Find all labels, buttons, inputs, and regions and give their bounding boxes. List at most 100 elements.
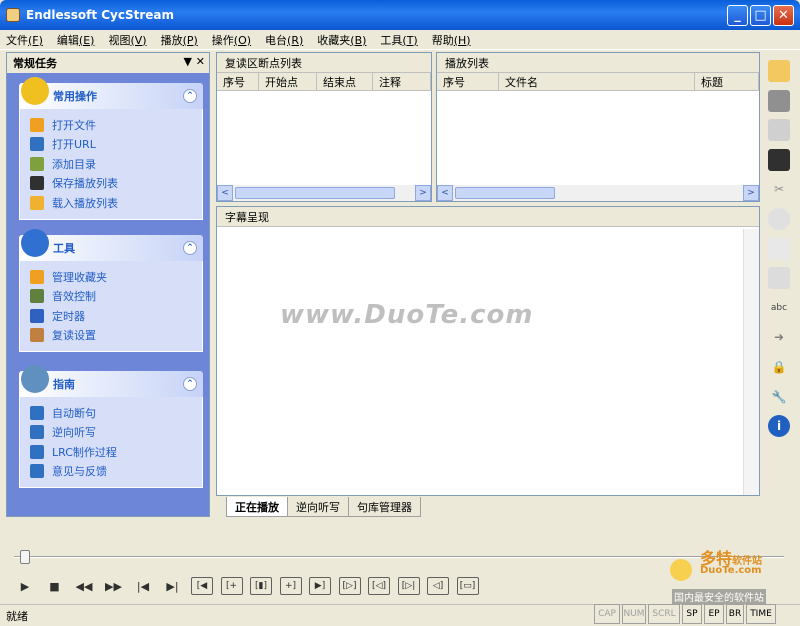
close-button[interactable]: ✕	[773, 5, 794, 26]
task-link-label: 管理收藏夹	[52, 270, 107, 284]
column-header[interactable]: 结束点	[317, 73, 373, 90]
repeat-start-icon[interactable]: [◀	[191, 577, 213, 595]
remove-breakpoint-icon[interactable]: +]	[279, 577, 302, 595]
next-segment-icon[interactable]: [▷|	[397, 577, 420, 595]
task-link-icon	[30, 176, 44, 191]
task-pane: 常规任务 ▼ ✕ 常用操作 ⌃ 打开文件打开URL 添加目录 保存播放列表载入播放列表工…	[6, 52, 210, 517]
repeat-segment-icon[interactable]: [▮]	[250, 577, 272, 595]
task-link-icon	[30, 269, 44, 284]
task-link-icon	[30, 328, 44, 343]
lock-icon[interactable]: 🔒	[768, 356, 790, 378]
minimize-button[interactable]: _	[727, 5, 748, 26]
menu-item[interactable]: 电台(R)	[265, 32, 303, 48]
scroll-left-icon[interactable]: <	[217, 185, 233, 201]
breakpoint-list-title: 复读区断点列表	[217, 53, 431, 73]
task-link-label: 打开文件	[52, 118, 96, 132]
scissors-icon[interactable]: ✂	[768, 178, 790, 200]
menu-item[interactable]: 操作(O)	[212, 32, 251, 48]
seek-knob[interactable]	[20, 550, 30, 564]
column-header[interactable]: 文件名	[499, 73, 695, 90]
column-header[interactable]: 标题	[695, 73, 759, 90]
column-header[interactable]: 序号	[217, 73, 259, 90]
task-link[interactable]: 添加目录	[30, 154, 202, 174]
back-segment-icon[interactable]: ◁]	[427, 577, 449, 595]
task-link-icon	[30, 308, 44, 323]
tab-0[interactable]: 正在播放	[226, 497, 288, 517]
collapse-icon[interactable]: ⌃	[183, 241, 197, 255]
task-link[interactable]: LRC制作过程	[30, 442, 202, 462]
subtitle-vscrollbar[interactable]	[743, 229, 759, 495]
scroll-left-icon[interactable]: <	[437, 185, 453, 201]
task-group-header[interactable]: 指南 ⌃	[19, 365, 203, 397]
wrench-icon[interactable]: 🔧	[768, 386, 790, 408]
stop-icon[interactable]: ■	[44, 576, 66, 596]
play-icon[interactable]: ▶	[14, 576, 36, 596]
ab-repeat-icon[interactable]: [▭]	[456, 577, 479, 595]
task-group-header[interactable]: 工具 ⌃	[19, 229, 203, 261]
fast-forward-icon[interactable]: ▶▶	[103, 576, 125, 596]
task-group: 常用操作 ⌃ 打开文件打开URL 添加目录 保存播放列表载入播放列表	[19, 77, 203, 220]
task-link[interactable]: 管理收藏夹	[30, 267, 202, 287]
task-pane-close-icon[interactable]: ✕	[196, 55, 205, 68]
column-header[interactable]: 序号	[437, 73, 499, 90]
segment-play-icon[interactable]: [▷]	[338, 577, 361, 595]
scroll-right-icon[interactable]: >	[743, 185, 759, 201]
collapse-icon[interactable]: ⌃	[183, 89, 197, 103]
menu-item[interactable]: 工具(T)	[380, 32, 417, 48]
menu-item[interactable]: 文件(F)	[6, 32, 43, 48]
tab-2[interactable]: 句库管理器	[348, 497, 421, 517]
task-link[interactable]: 打开文件	[30, 115, 202, 135]
task-link-icon	[30, 156, 44, 171]
open-folder-icon[interactable]	[768, 60, 790, 82]
floppy-icon[interactable]	[768, 148, 790, 171]
task-link[interactable]: 保存播放列表	[30, 174, 202, 194]
column-header[interactable]: 开始点	[259, 73, 317, 90]
prev-segment-icon[interactable]: [◁]	[368, 577, 390, 595]
task-link[interactable]: 复读设置	[30, 326, 202, 346]
task-link[interactable]: 打开URL	[30, 135, 202, 155]
status-indicator: SCRL	[648, 604, 680, 624]
rewind-icon[interactable]: ◀◀	[73, 576, 95, 596]
document-icon[interactable]	[768, 119, 790, 142]
menu-item[interactable]: 播放(P)	[161, 32, 198, 48]
task-link-label: 打开URL	[52, 138, 96, 152]
task-link[interactable]: 载入播放列表	[30, 193, 202, 213]
task-pane-title: 常规任务	[13, 57, 57, 70]
task-link[interactable]: 音效控制	[30, 287, 202, 307]
scroll-right-icon[interactable]: >	[415, 185, 431, 201]
task-link[interactable]: 自动断句	[30, 403, 202, 423]
task-pane-dropdown-icon[interactable]: ▼	[183, 55, 191, 68]
menu-label: 收藏夹	[317, 33, 351, 47]
copy-icon[interactable]	[768, 207, 790, 230]
next-icon[interactable]: ▶|	[162, 576, 184, 596]
menu-item[interactable]: 编辑(E)	[57, 32, 95, 48]
spellcheck-icon[interactable]: abc	[768, 297, 790, 319]
info-icon[interactable]: i	[768, 415, 790, 438]
watermark-slogan: 国内最安全的软件站	[672, 589, 766, 604]
task-group-header[interactable]: 常用操作 ⌃	[19, 77, 203, 109]
task-link[interactable]: 意见与反馈	[30, 462, 202, 482]
repeat-end-icon[interactable]: ▶]	[309, 577, 331, 595]
menu-item[interactable]: 收藏夹(B)	[317, 32, 366, 48]
breakpoint-hscrollbar[interactable]: < >	[217, 185, 431, 201]
playlist-hscrollbar[interactable]: < >	[437, 185, 759, 201]
task-link-label: 载入播放列表	[52, 196, 118, 210]
tab-1[interactable]: 逆向听写	[287, 497, 349, 517]
save-disk-icon[interactable]	[768, 89, 790, 112]
paste-icon[interactable]	[768, 237, 790, 260]
maximize-button[interactable]: □	[750, 5, 771, 26]
breakpoint-list-panel: 复读区断点列表 序号 开始点 结束点 注释 < >	[216, 52, 432, 202]
arrow-icon[interactable]: ➜	[768, 326, 790, 348]
previous-icon[interactable]: |◀	[132, 576, 154, 596]
column-header[interactable]: 注释	[373, 73, 431, 90]
title-bar: Endlessoft CycStream _ □ ✕	[0, 0, 800, 30]
menu-item[interactable]: 帮助(H)	[432, 32, 471, 48]
task-link[interactable]: 逆向听写	[30, 423, 202, 443]
add-breakpoint-icon[interactable]: [+	[220, 577, 243, 595]
collapse-icon[interactable]: ⌃	[183, 377, 197, 391]
task-link[interactable]: 定时器	[30, 306, 202, 326]
edit-icon[interactable]	[768, 267, 790, 290]
status-indicator: SP	[682, 604, 702, 624]
menu-item[interactable]: 视图(V)	[108, 32, 146, 48]
task-link-label: 复读设置	[52, 329, 96, 343]
